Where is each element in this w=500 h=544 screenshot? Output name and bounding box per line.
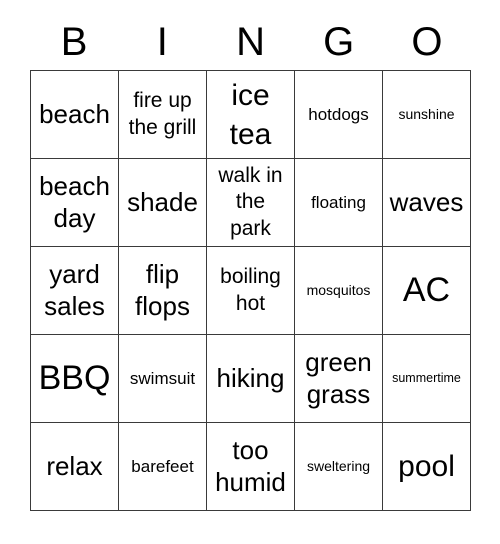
bingo-row: beach day shade walk in the park floating wa… (31, 159, 471, 247)
bingo-card: B I N G O beach fire up the grill ice tea h… (30, 14, 471, 511)
header-letter-text: I (156, 20, 168, 64)
bingo-cell[interactable]: boiling hot (207, 247, 295, 335)
bingo-header-row: B I N G O (30, 14, 471, 70)
bingo-cell-label: barefeet (131, 456, 194, 476)
bingo-cell-label: walk in the park (218, 164, 283, 240)
bingo-cell[interactable]: relax (31, 423, 119, 511)
bingo-cell[interactable]: floating (295, 159, 383, 247)
bingo-cell-label: green grass (305, 346, 372, 409)
bingo-cell[interactable]: barefeet (119, 423, 207, 511)
bingo-cell[interactable]: beach (31, 71, 119, 159)
bingo-cell[interactable]: ice tea (207, 71, 295, 159)
bingo-cell-label: floating (311, 192, 366, 212)
bingo-cell-label: relax (46, 450, 103, 481)
bingo-header-letter-o: O (383, 14, 471, 70)
bingo-cell[interactable]: pool (383, 423, 471, 511)
bingo-cell[interactable]: sunshine (383, 71, 471, 159)
bingo-cell-label: pool (398, 450, 455, 483)
bingo-cell[interactable]: too humid (207, 423, 295, 511)
bingo-cell-label: shade (127, 186, 198, 217)
bingo-cell[interactable]: yard sales (31, 247, 119, 335)
bingo-header-letter-i: I (118, 14, 206, 70)
bingo-cell-label: waves (389, 186, 464, 217)
bingo-row: BBQ swimsuit hiking green grass summertime (31, 335, 471, 423)
bingo-cell[interactable]: hiking (207, 335, 295, 423)
bingo-cell[interactable]: walk in the park (207, 159, 295, 247)
bingo-cell-label: sunshine (398, 105, 455, 122)
bingo-row: relax barefeet too humid sweltering pool (31, 423, 471, 511)
bingo-cell-label: sweltering (306, 457, 371, 474)
bingo-cell-label: ice tea (229, 78, 272, 151)
bingo-cell[interactable]: waves (383, 159, 471, 247)
bingo-cell-label: mosquitos (306, 281, 371, 298)
header-letter-text: G (323, 20, 355, 64)
bingo-cell[interactable]: sweltering (295, 423, 383, 511)
bingo-cell[interactable]: shade (119, 159, 207, 247)
bingo-row: yard sales flip flops boiling hot mosquitos… (31, 247, 471, 335)
bingo-cell-label: BBQ (38, 359, 111, 398)
bingo-cell[interactable]: hotdogs (295, 71, 383, 159)
bingo-cell-label: flip flops (135, 258, 190, 321)
bingo-header-letter-b: B (30, 14, 118, 70)
bingo-cell-label: hiking (216, 362, 285, 393)
bingo-cell-label: AC (402, 271, 451, 310)
bingo-cell[interactable]: summertime (383, 335, 471, 423)
bingo-cell[interactable]: flip flops (119, 247, 207, 335)
bingo-grid: beach fire up the grill ice tea hotdogs suns… (30, 70, 471, 511)
header-letter-text: N (236, 20, 265, 64)
bingo-cell-label: swimsuit (129, 368, 196, 388)
bingo-cell[interactable]: swimsuit (119, 335, 207, 423)
bingo-cell[interactable]: BBQ (31, 335, 119, 423)
bingo-cell-label: summertime (392, 370, 461, 385)
bingo-cell[interactable]: fire up the grill (119, 71, 207, 159)
bingo-cell[interactable]: mosquitos (295, 247, 383, 335)
bingo-cell-label: yard sales (44, 258, 105, 321)
bingo-header-letter-n: N (206, 14, 294, 70)
header-letter-text: B (60, 20, 88, 64)
bingo-cell-label: too humid (215, 434, 286, 497)
bingo-row: beach fire up the grill ice tea hotdogs suns… (31, 71, 471, 159)
bingo-cell[interactable]: AC (383, 247, 471, 335)
bingo-cell[interactable]: beach day (31, 159, 119, 247)
bingo-cell[interactable]: green grass (295, 335, 383, 423)
bingo-header-letter-g: G (295, 14, 383, 70)
bingo-cell-label: beach day (39, 170, 110, 233)
header-letter-text: O (411, 20, 443, 64)
bingo-cell-label: fire up the grill (128, 89, 197, 139)
bingo-cell-label: boiling hot (220, 265, 281, 315)
bingo-cell-label: beach (39, 98, 110, 129)
bingo-cell-label: hotdogs (308, 104, 369, 124)
